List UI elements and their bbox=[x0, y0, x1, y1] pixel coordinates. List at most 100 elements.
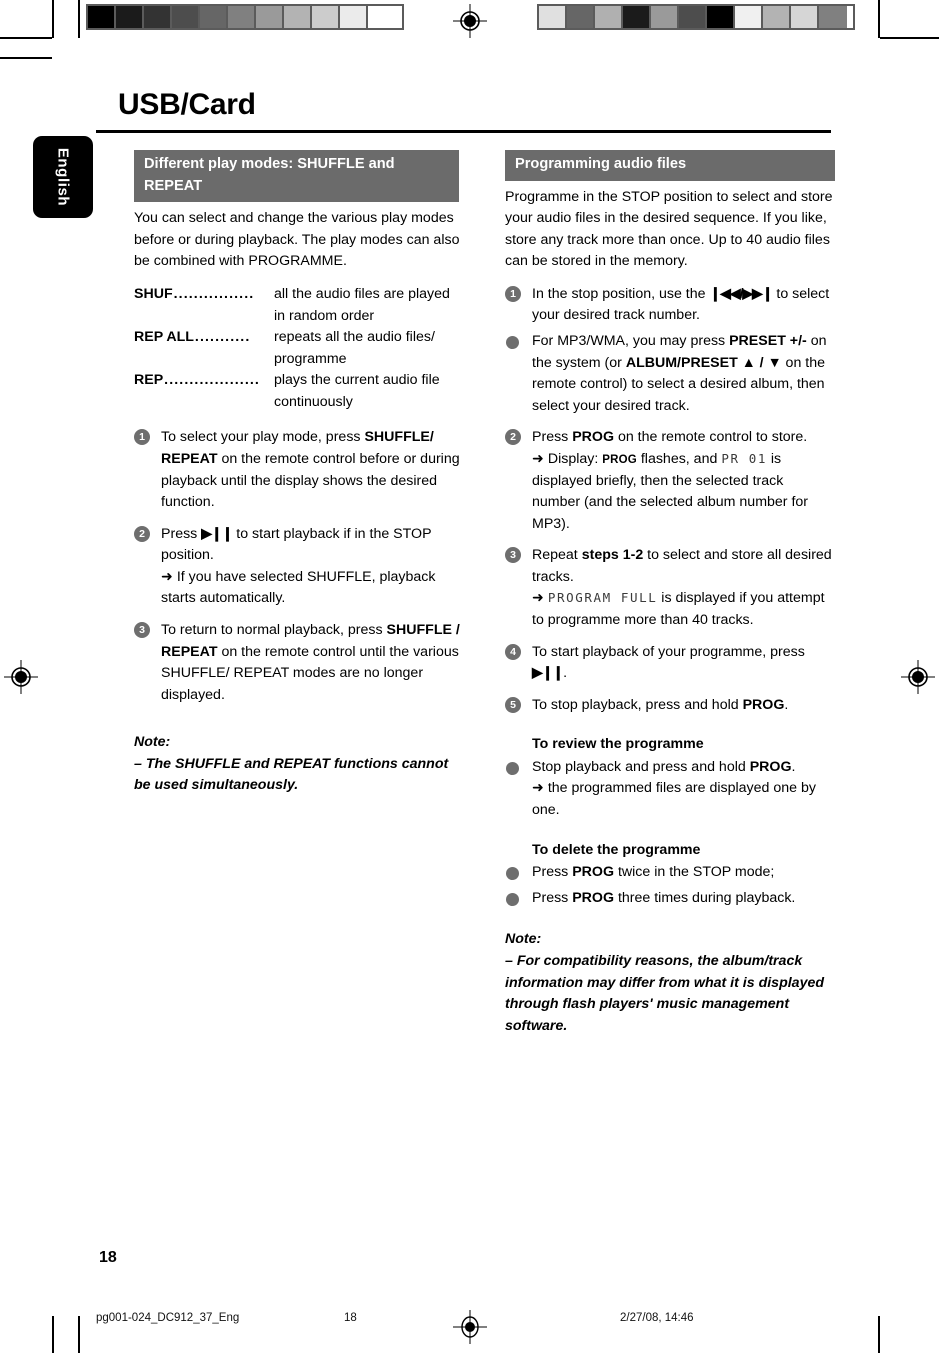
grayscale-calibration-strip-left bbox=[86, 4, 404, 30]
definition-row: REP ................... plays the curren… bbox=[134, 370, 464, 413]
definition-leader: ................... bbox=[164, 372, 260, 389]
bullet-text-part: For MP3/WMA, you may press bbox=[532, 333, 730, 350]
calibration-swatch-1 bbox=[567, 6, 595, 28]
crop-mark-bottom-right-vertical bbox=[878, 1316, 880, 1353]
skip-back-forward-icon: ❙◀◀/▶▶❙ bbox=[709, 285, 773, 302]
bullet-text-bold: PRESET +/- bbox=[729, 333, 807, 350]
definition-description: plays the current audio file continuousl… bbox=[274, 372, 440, 410]
bullet-text-bold: ALBUM/PRESET ▲ / ▼ bbox=[625, 354, 782, 371]
title-divider bbox=[96, 130, 831, 133]
definition-term: SHUF bbox=[134, 285, 173, 302]
step-item: 3 Repeat steps 1-2 to select and store a… bbox=[505, 545, 835, 631]
step-text-bold: steps 1-2 bbox=[581, 547, 644, 564]
step-text-part: . bbox=[563, 665, 568, 682]
calibration-swatch-3 bbox=[172, 6, 200, 28]
section-header-play-modes: Different play modes: SHUFFLE and REPEAT bbox=[134, 150, 459, 203]
bullet-item: For MP3/WMA, you may press PRESET +/- on… bbox=[505, 331, 835, 417]
calibration-swatch-7 bbox=[735, 6, 763, 28]
calibration-swatch-8 bbox=[312, 6, 340, 28]
arrow-icon: ➜ Display: bbox=[532, 450, 603, 467]
crop-mark-bottom-left-vertical-2 bbox=[78, 1316, 80, 1353]
step-text-part: . bbox=[784, 696, 789, 713]
step-item: 1 To select your play mode, press SHUFFL… bbox=[134, 427, 464, 513]
crop-mark-top-left-horizontal bbox=[0, 37, 52, 39]
calibration-swatch-3 bbox=[623, 6, 651, 28]
bullet-text-bold: PROG bbox=[572, 889, 614, 906]
step-sub-note: ➜ PROGRAM FULL is displayed if you attem… bbox=[532, 588, 835, 631]
bullet-dot-icon bbox=[506, 892, 519, 906]
step-item: 3 To return to normal playback, press SH… bbox=[134, 620, 464, 706]
calibration-swatch-0 bbox=[539, 6, 567, 28]
page-title: USB/Card bbox=[118, 88, 256, 121]
crop-mark-bottom-left-vertical bbox=[52, 1316, 54, 1353]
crop-mark-top-right-vertical bbox=[878, 0, 880, 38]
step-sub-note: ➜ Display: PROG flashes, and PR 01 is di… bbox=[532, 449, 835, 535]
step-number-badge: 4 bbox=[505, 643, 521, 660]
bullet-text-part: three times during playback. bbox=[614, 889, 796, 906]
calibration-swatch-2 bbox=[595, 6, 623, 28]
registration-mark-left bbox=[4, 660, 38, 694]
play-mode-definition-list: SHUF ................ all the audio file… bbox=[134, 284, 464, 413]
bullet-item: Press PROG twice in the STOP mode; bbox=[505, 862, 835, 884]
note-body: – For compatibility reasons, the album/t… bbox=[505, 952, 825, 1034]
footer-timestamp: 2/27/08, 14:46 bbox=[620, 1312, 694, 1324]
calibration-swatch-5 bbox=[228, 6, 256, 28]
bullet-sub-note: ➜ the programmed files are displayed one… bbox=[532, 780, 816, 819]
calibration-swatch-7 bbox=[284, 6, 312, 28]
bullet-text-part: Press bbox=[532, 889, 573, 906]
footer-filename: pg001-024_DC912_37_Eng bbox=[96, 1312, 240, 1324]
registration-mark-top bbox=[453, 4, 487, 38]
crop-mark-top-left-vertical bbox=[52, 0, 54, 38]
step-item: 5 To stop playback, press and hold PROG. bbox=[505, 695, 835, 717]
step-text-part: To start playback of your programme, pre… bbox=[532, 643, 805, 660]
definition-description: repeats all the audio files/ programme bbox=[274, 329, 435, 367]
definition-row: SHUF ................ all the audio file… bbox=[134, 284, 464, 327]
step-number-badge: 5 bbox=[505, 696, 521, 713]
step-number-badge: 1 bbox=[134, 429, 150, 446]
calibration-swatch-5 bbox=[679, 6, 707, 28]
calibration-swatch-10 bbox=[819, 6, 847, 28]
note-heading: Note: bbox=[134, 734, 171, 751]
definition-leader: ................ bbox=[173, 285, 255, 302]
bullet-item: Press PROG three times during playback. bbox=[505, 888, 835, 910]
step-number-badge: 3 bbox=[505, 547, 521, 564]
registration-mark-bottom bbox=[453, 1310, 487, 1344]
step-item: 1 In the stop position, use the ❙◀◀/▶▶❙ … bbox=[505, 284, 835, 327]
note-heading: Note: bbox=[505, 931, 542, 948]
calibration-swatch-4 bbox=[651, 6, 679, 28]
step-item: 2 Press PROG on the remote control to st… bbox=[505, 427, 835, 535]
crop-mark-top-right-horizontal bbox=[880, 37, 939, 39]
play-pause-icon: ▶❙❙ bbox=[532, 665, 564, 682]
language-tab-label: English bbox=[54, 147, 72, 207]
subheading-delete-programme: To delete the programme bbox=[532, 841, 701, 858]
step-item: 2 Press ▶❙❙ to start playback if in the … bbox=[134, 524, 464, 610]
calibration-swatch-2 bbox=[144, 6, 172, 28]
crop-mark-top-left-horizontal-2 bbox=[0, 57, 52, 59]
left-column: Different play modes: SHUFFLE and REPEAT… bbox=[134, 150, 464, 797]
bullet-dot-icon bbox=[506, 867, 519, 881]
calibration-swatch-1 bbox=[116, 6, 144, 28]
definition-leader: ........... bbox=[194, 329, 251, 346]
play-modes-intro: You can select and change the various pl… bbox=[134, 210, 460, 270]
calibration-swatch-6 bbox=[707, 6, 735, 28]
arrow-icon: ➜ bbox=[532, 590, 548, 607]
lcd-readout: PROGRAM FULL bbox=[547, 590, 658, 606]
step-text-part: In the stop position, use the bbox=[532, 285, 710, 302]
step-text-bold: PROG bbox=[572, 429, 614, 446]
calibration-swatch-6 bbox=[256, 6, 284, 28]
definition-term: REP ALL bbox=[134, 329, 194, 346]
step-text-part: To return to normal playback, press bbox=[161, 622, 387, 639]
calibration-swatch-9 bbox=[791, 6, 819, 28]
page-number: 18 bbox=[99, 1249, 117, 1266]
step-text-bold: PROG bbox=[742, 696, 785, 713]
bullet-text-part: twice in the STOP mode; bbox=[614, 864, 775, 881]
bullet-item: Stop playback and press and hold PROG. ➜… bbox=[505, 757, 835, 822]
bullet-text-part: Stop playback and press and hold bbox=[532, 758, 750, 775]
definition-row: REP ALL ........... repeats all the audi… bbox=[134, 327, 464, 370]
calibration-swatch-0 bbox=[88, 6, 116, 28]
bullet-text-part: Press bbox=[532, 864, 573, 881]
bullet-text-part: . bbox=[791, 758, 796, 775]
step-text-part: Repeat bbox=[532, 547, 582, 564]
definition-description: all the audio files are played in random… bbox=[274, 285, 450, 324]
display-label-prog: PROG bbox=[602, 453, 637, 466]
